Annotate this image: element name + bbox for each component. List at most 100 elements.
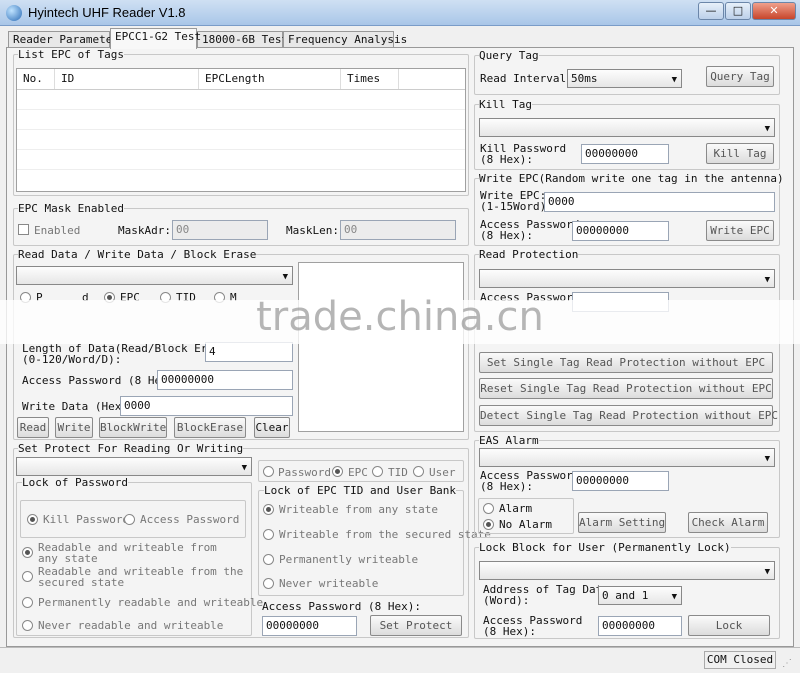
- read-protection-select[interactable]: ▼: [479, 269, 775, 288]
- row-line: [17, 109, 465, 110]
- kill-tag-button[interactable]: Kill Tag: [706, 143, 774, 164]
- eas-password-hex-label: (8 Hex):: [480, 480, 533, 493]
- row-line: [17, 129, 465, 130]
- chevron-down-icon: ▼: [671, 592, 677, 602]
- app-icon: [6, 5, 22, 21]
- column-header-id[interactable]: ID: [55, 69, 199, 89]
- chevron-down-icon: ▼: [671, 75, 677, 85]
- masklen-input[interactable]: 00: [340, 220, 456, 240]
- write-epc-input[interactable]: 0000: [544, 192, 775, 212]
- eas-select[interactable]: ▼: [479, 448, 775, 467]
- mask-enabled-checkbox[interactable]: [18, 224, 29, 235]
- kill-password-input[interactable]: 00000000: [581, 144, 669, 164]
- column-header-times[interactable]: Times: [341, 69, 399, 89]
- protect-access-input[interactable]: 00000000: [262, 616, 357, 636]
- read-button[interactable]: Read: [17, 417, 49, 438]
- alarm-label: Alarm: [499, 502, 533, 515]
- row-line: [17, 149, 465, 150]
- access-password-radio[interactable]: [124, 514, 135, 525]
- lock-button[interactable]: Lock: [688, 615, 770, 636]
- row-line: [17, 169, 465, 170]
- tab-frequency-analysis[interactable]: Frequency Analysis: [283, 31, 407, 48]
- chevron-down-icon: ▼: [764, 275, 770, 285]
- query-tag-button[interactable]: Query Tag: [706, 66, 774, 87]
- read-interval-label: Read Interval:: [480, 72, 573, 85]
- tab-epcc1-g2-test[interactable]: EPCC1-G2 Test: [110, 28, 201, 49]
- bank-opt4-radio[interactable]: [263, 578, 274, 589]
- pwd-opt3-radio[interactable]: [22, 597, 33, 608]
- write-epc-button[interactable]: Write EPC: [706, 220, 774, 241]
- mask-enabled-label: Enabled: [34, 224, 81, 237]
- lock-block-select[interactable]: ▼: [479, 561, 775, 580]
- resize-grip-icon[interactable]: ⋰: [782, 658, 792, 669]
- lock-bank-title: Lock of EPC TID and User Bank: [264, 484, 457, 497]
- pwd-opt4-label: Never readable and writeable: [38, 619, 224, 632]
- rw-output-textarea[interactable]: [298, 262, 464, 432]
- set-read-protection-button[interactable]: Set Single Tag Read Protection without E…: [479, 352, 773, 373]
- rw-select[interactable]: ▼: [16, 266, 293, 285]
- minimize-button[interactable]: —: [698, 2, 724, 20]
- chevron-down-icon: ▼: [241, 463, 247, 473]
- lock-password-input[interactable]: 00000000: [598, 616, 682, 636]
- rw-password-input[interactable]: 00000000: [157, 370, 293, 390]
- bank-opt2-radio[interactable]: [263, 529, 274, 540]
- access-password-label: Access Password: [140, 513, 240, 526]
- write-data-input[interactable]: 0000: [120, 396, 293, 416]
- blockwrite-button[interactable]: BlockWrite: [99, 417, 167, 438]
- write-epc-title: Write EPC(Random write one tag in the an…: [479, 172, 784, 185]
- kill-password-hex-label: (8 Hex):: [480, 153, 533, 166]
- chevron-down-icon: ▼: [764, 454, 770, 464]
- set-protect-title: Set Protect For Reading Or Writing: [18, 442, 244, 455]
- read-protection-title: Read Protection: [479, 248, 579, 261]
- alarm-radio[interactable]: [483, 503, 494, 514]
- maskadr-input[interactable]: 00: [172, 220, 268, 240]
- pwd-opt4-radio[interactable]: [22, 620, 33, 631]
- protect-select[interactable]: ▼: [16, 457, 252, 476]
- write-button[interactable]: Write: [55, 417, 93, 438]
- blockerase-button[interactable]: BlockErase: [174, 417, 246, 438]
- chevron-down-icon: ▼: [764, 124, 770, 134]
- column-header-no[interactable]: No.: [17, 69, 55, 89]
- protect-user-label: User: [429, 466, 456, 479]
- protect-password-radio[interactable]: [263, 466, 274, 477]
- address-word-label: (Word):: [483, 594, 530, 607]
- length-input[interactable]: 4: [205, 342, 293, 362]
- detect-read-protection-button[interactable]: Detect Single Tag Read Protection withou…: [479, 405, 778, 426]
- reset-read-protection-button[interactable]: Reset Single Tag Read Protection without…: [479, 378, 773, 399]
- read-interval-select[interactable]: 50ms ▼: [567, 69, 682, 88]
- write-epc-password-input[interactable]: 00000000: [572, 221, 669, 241]
- close-button[interactable]: ✕: [752, 2, 796, 20]
- epc-table[interactable]: No. ID EPCLength Times: [16, 68, 466, 192]
- protect-tid-radio[interactable]: [372, 466, 383, 477]
- pwd-opt1-radio[interactable]: [22, 547, 33, 558]
- pwd-opt2-radio[interactable]: [22, 571, 33, 582]
- address-value: 0 and 1: [602, 589, 649, 602]
- no-alarm-radio[interactable]: [483, 519, 494, 530]
- protect-epc-label: EPC: [348, 466, 368, 479]
- column-header-epclength[interactable]: EPCLength: [199, 69, 341, 89]
- window-title: Hyintech UHF Reader V1.8: [28, 5, 186, 20]
- tab-18000-6b-test[interactable]: 18000-6B Test: [197, 31, 288, 48]
- check-alarm-button[interactable]: Check Alarm: [688, 512, 768, 533]
- kill-password-radio[interactable]: [27, 514, 38, 525]
- address-select[interactable]: 0 and 1 ▼: [598, 586, 682, 605]
- protect-epc-radio[interactable]: [332, 466, 343, 477]
- maximize-button[interactable]: □: [725, 2, 751, 20]
- pwd-opt2-label-2: secured state: [38, 576, 125, 589]
- eas-password-input[interactable]: 00000000: [572, 471, 669, 491]
- tab-reader-parameter[interactable]: Reader Parameter: [8, 31, 119, 48]
- kill-tag-select[interactable]: ▼: [479, 118, 775, 137]
- maskadr-label: MaskAdr:: [118, 224, 171, 237]
- set-protect-button[interactable]: Set Protect: [370, 615, 462, 636]
- kill-tag-title: Kill Tag: [479, 98, 532, 111]
- bank-opt2-label: Writeable from the secured state: [279, 528, 491, 541]
- bank-opt3-radio[interactable]: [263, 554, 274, 565]
- alarm-setting-button[interactable]: Alarm Setting: [578, 512, 666, 533]
- write-data-label: Write Data (Hex):: [22, 400, 135, 413]
- write-epc-range-label: (1-15Word): [480, 200, 547, 213]
- bank-opt1-radio[interactable]: [263, 504, 274, 515]
- kill-password-label: Kill Password: [43, 513, 130, 526]
- clear-button[interactable]: Clear: [254, 417, 290, 438]
- read-write-title: Read Data / Write Data / Block Erase: [18, 248, 257, 261]
- protect-user-radio[interactable]: [413, 466, 424, 477]
